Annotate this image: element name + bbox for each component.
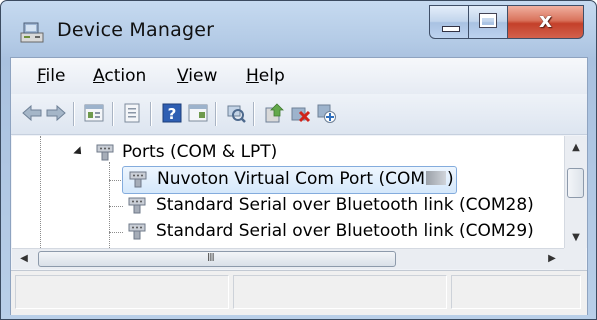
window-title: Device Manager [57,19,215,41]
scroll-grip: III [207,251,215,264]
tree-item-bluetooth-com28[interactable]: Standard Serial over Bluetooth link (COM… [122,193,562,219]
vertical-scroll-thumb[interactable] [567,168,584,198]
tree-item-nuvoton-com-port[interactable]: Nuvoton Virtual Com Port (COM) [122,166,457,194]
console-icon[interactable] [187,102,209,124]
toolbar-separator [73,102,74,126]
document-icon[interactable] [121,102,143,124]
scrollbar-corner [564,248,586,270]
maximize-button[interactable] [468,5,508,39]
toolbar-separator [253,102,254,126]
update-driver-icon[interactable] [263,102,285,124]
tree-item-ports[interactable]: Ports (COM & LPT) [73,140,376,166]
tree-item-label: Standard Serial over Bluetooth link (COM… [156,221,534,241]
forward-arrow-icon[interactable] [45,102,67,124]
port-connector-icon [129,171,147,188]
port-connector-icon [128,223,146,240]
device-manager-icon [20,22,44,43]
toolbar-separator [215,102,216,126]
close-icon: x [539,8,552,32]
status-pane [15,275,229,309]
scroll-right-arrow-icon[interactable]: ▶ [542,249,562,269]
tree-item-label: Nuvoton Virtual Com Port (COM) [157,169,454,189]
title-bar[interactable]: Device Manager x [1,1,596,61]
tree-guide-line [109,162,110,248]
help-icon[interactable]: ? [161,102,183,124]
tree-item-label: Ports (COM & LPT) [122,142,278,162]
menu-help[interactable]: Help [246,66,285,86]
menu-view[interactable]: View [177,66,217,86]
tree-guide-line [109,206,123,207]
collapse-arrow-icon[interactable] [73,146,85,158]
toolbar-separator [112,102,113,126]
status-bar [11,270,587,315]
menu-bar: File Action View Help [11,58,587,94]
device-tree[interactable]: Ports (COM & LPT) Nuvoton Virtual Com Po… [12,136,564,248]
tree-guide-line [109,180,123,181]
tree-guide-line [40,136,41,248]
scroll-down-arrow-icon[interactable]: ▼ [565,228,587,248]
redacted-port-number [426,171,447,185]
status-pane [451,275,581,309]
toolbar: ? [11,94,587,135]
status-pane [233,275,447,309]
back-arrow-icon[interactable] [21,102,43,124]
toolbar-separator [150,102,151,126]
menu-file[interactable]: File [37,66,65,86]
minimize-button[interactable] [429,5,469,39]
properties-grid-icon[interactable] [83,102,105,124]
scan-hardware-icon[interactable] [225,102,247,124]
maximize-icon [479,13,497,28]
client-area: File Action View Help ? Ports (COM & LPT… [10,57,588,315]
tree-guide-line [109,232,123,233]
minimize-icon [442,26,460,32]
tree-item-bluetooth-com29[interactable]: Standard Serial over Bluetooth link (COM… [122,219,562,245]
window-controls: x [429,5,584,39]
port-connector-icon [128,197,146,214]
horizontal-scrollbar[interactable]: ◀ III ▶ [12,248,564,269]
add-legacy-icon[interactable] [315,102,337,124]
svg-text:?: ? [168,105,177,123]
tree-item-label: Standard Serial over Bluetooth link (COM… [156,195,534,215]
uninstall-icon[interactable] [289,102,311,124]
scroll-up-arrow-icon[interactable]: ▲ [565,138,587,158]
vertical-scrollbar[interactable]: ▲ ▼ [564,136,587,248]
device-manager-window: Device Manager x File Action View Help ?… [0,0,597,320]
horizontal-scroll-thumb[interactable]: III [38,251,396,267]
port-connector-icon [96,144,114,161]
scroll-left-arrow-icon[interactable]: ◀ [14,249,34,269]
menu-action[interactable]: Action [93,66,146,86]
close-button[interactable]: x [507,5,584,39]
